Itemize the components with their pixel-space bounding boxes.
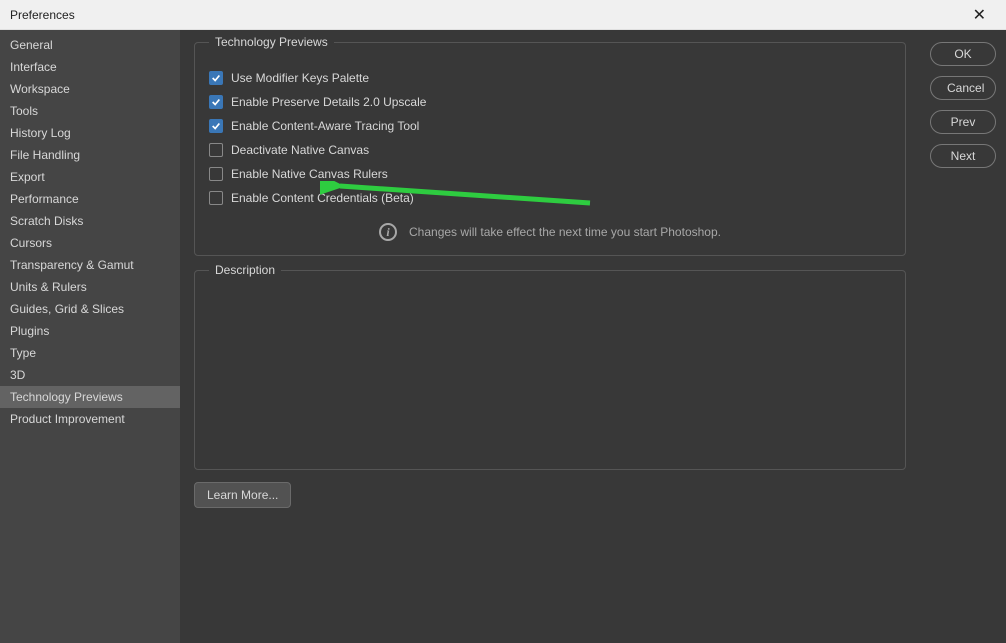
checkbox-label: Enable Content-Aware Tracing Tool (231, 119, 419, 133)
dialog-buttons: OK Cancel Prev Next (920, 30, 1006, 643)
sidebar-item[interactable]: Product Improvement (0, 408, 180, 430)
sidebar-item[interactable]: Tools (0, 100, 180, 122)
description-title: Description (209, 263, 281, 277)
sidebar-item[interactable]: Technology Previews (0, 386, 180, 408)
titlebar: Preferences ✕ (0, 0, 1006, 30)
checkbox-row: Enable Native Canvas Rulers (209, 167, 891, 181)
sidebar-item[interactable]: Scratch Disks (0, 210, 180, 232)
info-row: i Changes will take effect the next time… (209, 223, 891, 241)
main-panel: Technology Previews Use Modifier Keys Pa… (180, 30, 920, 643)
checkbox-row: Enable Content-Aware Tracing Tool (209, 119, 891, 133)
group-title: Technology Previews (209, 35, 334, 49)
checkbox-row: Deactivate Native Canvas (209, 143, 891, 157)
sidebar-item[interactable]: Plugins (0, 320, 180, 342)
sidebar-item[interactable]: General (0, 34, 180, 56)
sidebar-item[interactable]: Cursors (0, 232, 180, 254)
checkbox-label: Enable Content Credentials (Beta) (231, 191, 414, 205)
sidebar-item[interactable]: Performance (0, 188, 180, 210)
sidebar-item[interactable]: File Handling (0, 144, 180, 166)
checkbox[interactable] (209, 95, 223, 109)
sidebar-item[interactable]: Units & Rulers (0, 276, 180, 298)
sidebar-item[interactable]: Export (0, 166, 180, 188)
checkbox-row: Use Modifier Keys Palette (209, 71, 891, 85)
sidebar-item[interactable]: Workspace (0, 78, 180, 100)
checkbox[interactable] (209, 167, 223, 181)
sidebar: GeneralInterfaceWorkspaceToolsHistory Lo… (0, 30, 180, 643)
close-icon[interactable]: ✕ (963, 1, 996, 29)
sidebar-item[interactable]: Transparency & Gamut (0, 254, 180, 276)
checkbox-label: Enable Native Canvas Rulers (231, 167, 388, 181)
prev-button[interactable]: Prev (930, 110, 996, 134)
info-text: Changes will take effect the next time y… (409, 225, 721, 239)
options-list: Use Modifier Keys Palette Enable Preserve… (209, 71, 891, 205)
checkbox[interactable] (209, 191, 223, 205)
checkbox[interactable] (209, 71, 223, 85)
window-title: Preferences (10, 8, 75, 22)
checkbox[interactable] (209, 143, 223, 157)
checkbox-label: Enable Preserve Details 2.0 Upscale (231, 95, 426, 109)
cancel-button[interactable]: Cancel (930, 76, 996, 100)
ok-button[interactable]: OK (930, 42, 996, 66)
next-button[interactable]: Next (930, 144, 996, 168)
learn-more-button[interactable]: Learn More... (194, 482, 291, 508)
content: GeneralInterfaceWorkspaceToolsHistory Lo… (0, 30, 1006, 643)
sidebar-item[interactable]: 3D (0, 364, 180, 386)
info-icon: i (379, 223, 397, 241)
sidebar-item[interactable]: Type (0, 342, 180, 364)
tech-previews-group: Technology Previews Use Modifier Keys Pa… (194, 42, 906, 256)
checkbox-row: Enable Content Credentials (Beta) (209, 191, 891, 205)
sidebar-item[interactable]: Interface (0, 56, 180, 78)
checkbox-label: Deactivate Native Canvas (231, 143, 369, 157)
checkbox-label: Use Modifier Keys Palette (231, 71, 369, 85)
sidebar-item[interactable]: Guides, Grid & Slices (0, 298, 180, 320)
checkbox-row: Enable Preserve Details 2.0 Upscale (209, 95, 891, 109)
description-group: Description (194, 270, 906, 470)
checkbox[interactable] (209, 119, 223, 133)
sidebar-item[interactable]: History Log (0, 122, 180, 144)
